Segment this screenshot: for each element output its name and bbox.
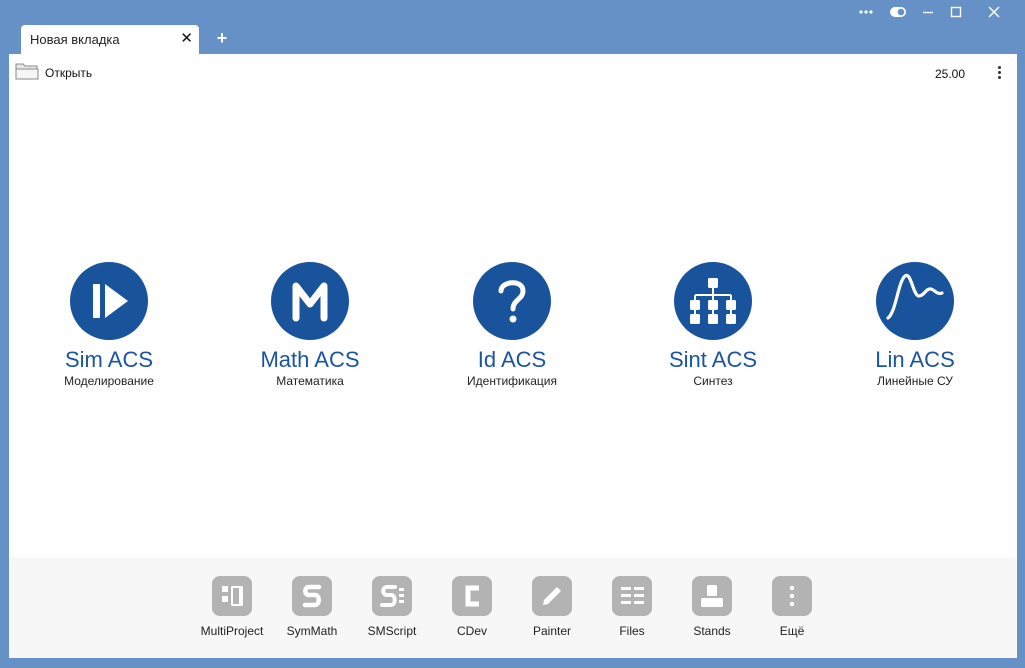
question-icon <box>473 262 551 340</box>
open-label: Открыть <box>45 66 93 80</box>
tool-multiproject[interactable]: MultiProject <box>192 576 272 638</box>
app-sint-acs[interactable]: Sint ACS Синтез <box>623 262 803 388</box>
tool-stands[interactable]: Stands <box>672 576 752 638</box>
tool-label: SymMath <box>286 624 338 638</box>
main-content: Открыть 25.00 Sim ACS Моделирование Math… <box>9 54 1017 658</box>
app-subtitle: Синтез <box>693 374 733 388</box>
open-button[interactable]: Открыть <box>15 62 92 84</box>
smscript-icon <box>372 576 412 616</box>
title-bar: Новая вкладка ✕ + <box>0 0 1025 54</box>
stands-icon <box>692 576 732 616</box>
tool-label: CDev <box>456 624 487 638</box>
tool-label: MultiProject <box>200 624 264 638</box>
app-id-acs[interactable]: Id ACS Идентификация <box>422 262 602 388</box>
close-window-button[interactable] <box>980 2 1008 22</box>
tool-label: Stands <box>693 624 731 638</box>
app-math-acs[interactable]: Math ACS Математика <box>220 262 400 388</box>
tool-files[interactable]: Files <box>592 576 672 638</box>
tool-painter[interactable]: Painter <box>512 576 592 638</box>
tool-label: Painter <box>532 624 572 638</box>
app-title: Sim ACS <box>64 347 154 372</box>
play-step-icon <box>70 262 148 340</box>
m-letter-icon <box>271 262 349 340</box>
app-subtitle: Моделирование <box>64 374 154 388</box>
app-title: Id ACS <box>477 347 547 372</box>
hierarchy-icon <box>674 262 752 340</box>
tab-close-icon[interactable]: ✕ <box>180 30 193 48</box>
app-subtitle: Идентификация <box>467 374 557 388</box>
tool-symmath[interactable]: SymMath <box>272 576 352 638</box>
tool-label: Files <box>619 624 645 638</box>
version-label: 25.00 <box>935 67 966 81</box>
app-title: Lin ACS <box>875 347 955 372</box>
menu-kebab-icon[interactable] <box>992 64 1006 82</box>
cdev-icon <box>452 576 492 616</box>
tool-label: SMScript <box>367 624 417 638</box>
symmath-icon <box>292 576 332 616</box>
tool-label: Ещё <box>779 624 805 638</box>
app-subtitle: Математика <box>276 374 344 388</box>
pencil-icon <box>532 576 572 616</box>
minimize-button[interactable] <box>914 2 942 22</box>
toggle-icon[interactable] <box>884 2 912 22</box>
tool-more[interactable]: Ещё <box>752 576 832 638</box>
files-icon <box>612 576 652 616</box>
tool-smscript[interactable]: SMScript <box>352 576 432 638</box>
more-options-icon[interactable] <box>852 2 880 22</box>
app-title: Sint ACS <box>668 347 758 372</box>
app-title: Math ACS <box>260 347 360 372</box>
app-sim-acs[interactable]: Sim ACS Моделирование <box>19 262 199 388</box>
tools-dock: MultiProject SymMath SMScript CDev Paint… <box>9 558 1017 658</box>
more-icon <box>772 576 812 616</box>
maximize-button[interactable] <box>942 2 970 22</box>
step-response-icon <box>876 262 954 340</box>
tab-new[interactable]: Новая вкладка ✕ <box>21 25 199 54</box>
app-lin-acs[interactable]: Lin ACS Линейные СУ <box>825 262 1005 388</box>
app-launchers: Sim ACS Моделирование Math ACS Математик… <box>9 262 1017 392</box>
tab-title: Новая вкладка <box>30 32 120 47</box>
app-subtitle: Линейные СУ <box>877 374 953 388</box>
tool-cdev[interactable]: CDev <box>432 576 512 638</box>
new-tab-button[interactable]: + <box>212 28 232 48</box>
folder-icon <box>15 61 39 86</box>
multiproject-icon <box>212 576 252 616</box>
